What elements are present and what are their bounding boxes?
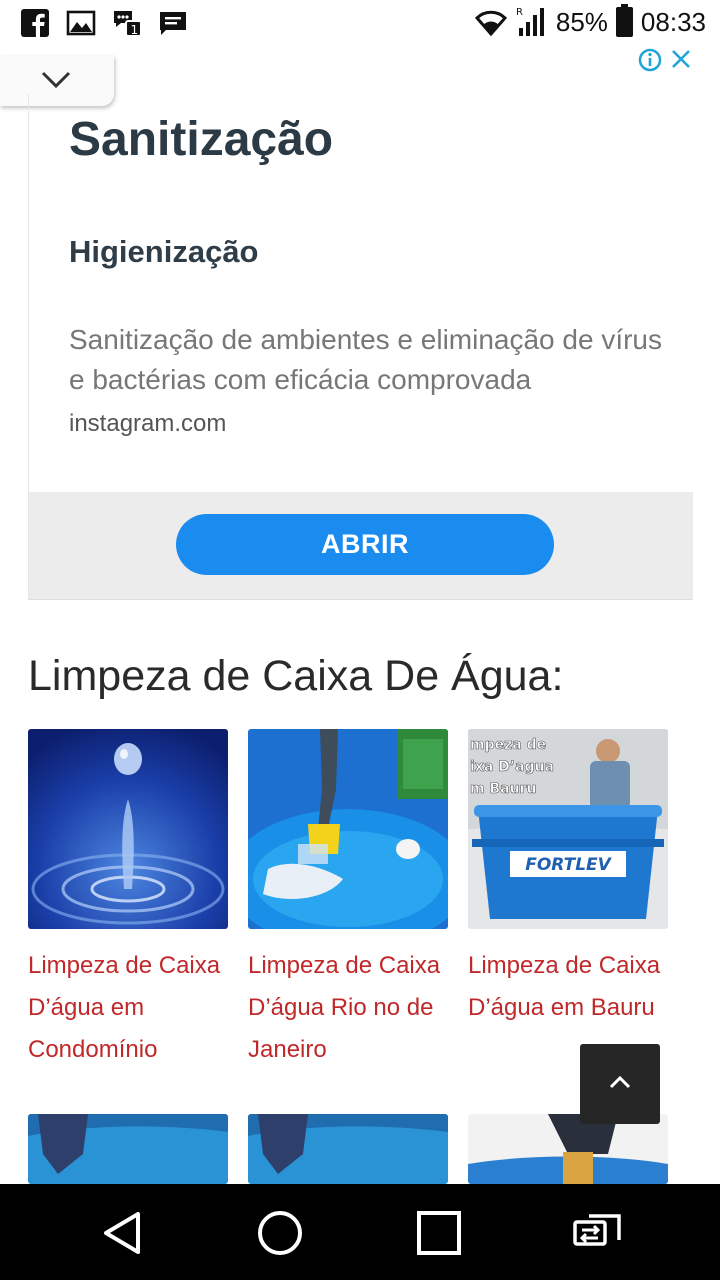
ad-banner: Sanitização Higienização Sanitização de … <box>0 48 720 610</box>
recents-icon[interactable] <box>414 1208 464 1258</box>
post-title[interactable]: Limpeza de Caixa D’água em Bauru <box>468 945 668 1029</box>
post-title[interactable]: Limpeza de Caixa D’água Rio no de Janeir… <box>248 945 448 1071</box>
ad-domain: instagram.com <box>69 410 227 437</box>
facebook-icon <box>21 9 49 38</box>
chat-icon: 1 <box>114 11 142 37</box>
switch-app-icon[interactable] <box>572 1208 622 1258</box>
status-bar: 1 R 85% 08:33 <box>0 0 720 48</box>
post-thumbnail[interactable] <box>248 1114 448 1184</box>
open-button[interactable]: ABRIR <box>176 514 554 575</box>
ad-card[interactable]: Sanitização Higienização Sanitização de … <box>28 94 693 600</box>
water-drop-image[interactable] <box>28 729 228 929</box>
ad-description: Sanitização de ambientes e eliminação de… <box>69 324 663 395</box>
wifi-icon <box>474 10 507 36</box>
ad-footer: ABRIR <box>29 492 693 600</box>
fortlev-logo: FORTLEV <box>525 855 612 875</box>
back-icon[interactable] <box>98 1208 148 1258</box>
battery-percent: 85% <box>555 6 608 37</box>
image-caption-line: mpeza de <box>470 737 546 753</box>
back-to-top-button[interactable] <box>580 1044 660 1124</box>
post-card[interactable]: Limpeza de Caixa D’água Rio no de Janeir… <box>248 729 448 1071</box>
ad-subtitle: Higienização <box>69 234 259 269</box>
home-icon[interactable] <box>255 1208 305 1258</box>
related-posts-row-2 <box>28 1114 692 1184</box>
tank-cleaning-image[interactable] <box>248 729 448 929</box>
image-caption-line: ixa D’agua <box>470 759 554 775</box>
clock: 08:33 <box>640 6 706 37</box>
section-title: Limpeza de Caixa De Água: <box>28 652 564 700</box>
image-icon <box>66 10 96 36</box>
signal-icon: R <box>516 7 544 36</box>
chevron-down-icon <box>41 71 71 89</box>
post-thumbnail[interactable] <box>28 1114 228 1184</box>
navigation-bar <box>0 1184 720 1280</box>
ad-title[interactable]: Sanitização <box>69 112 333 167</box>
battery-icon <box>615 4 633 37</box>
svg-text:1: 1 <box>131 23 139 37</box>
post-card[interactable]: mpeza de ixa D’agua m Bauru FORTLEV Limp… <box>468 729 668 1029</box>
fortlev-tank-image[interactable]: mpeza de ixa D’agua m Bauru FORTLEV <box>468 729 668 929</box>
image-caption-line: m Bauru <box>470 781 536 797</box>
post-thumbnail[interactable] <box>468 1114 668 1184</box>
ad-close-icon[interactable] <box>670 48 692 70</box>
post-card[interactable]: Limpeza de Caixa D’água em Condomínio <box>28 729 228 1071</box>
chevron-up-icon <box>609 1075 631 1089</box>
ad-info-icon[interactable] <box>638 48 662 72</box>
svg-text:R: R <box>516 7 523 18</box>
post-title[interactable]: Limpeza de Caixa D’água em Condomínio <box>28 945 228 1071</box>
message-icon <box>160 12 186 35</box>
